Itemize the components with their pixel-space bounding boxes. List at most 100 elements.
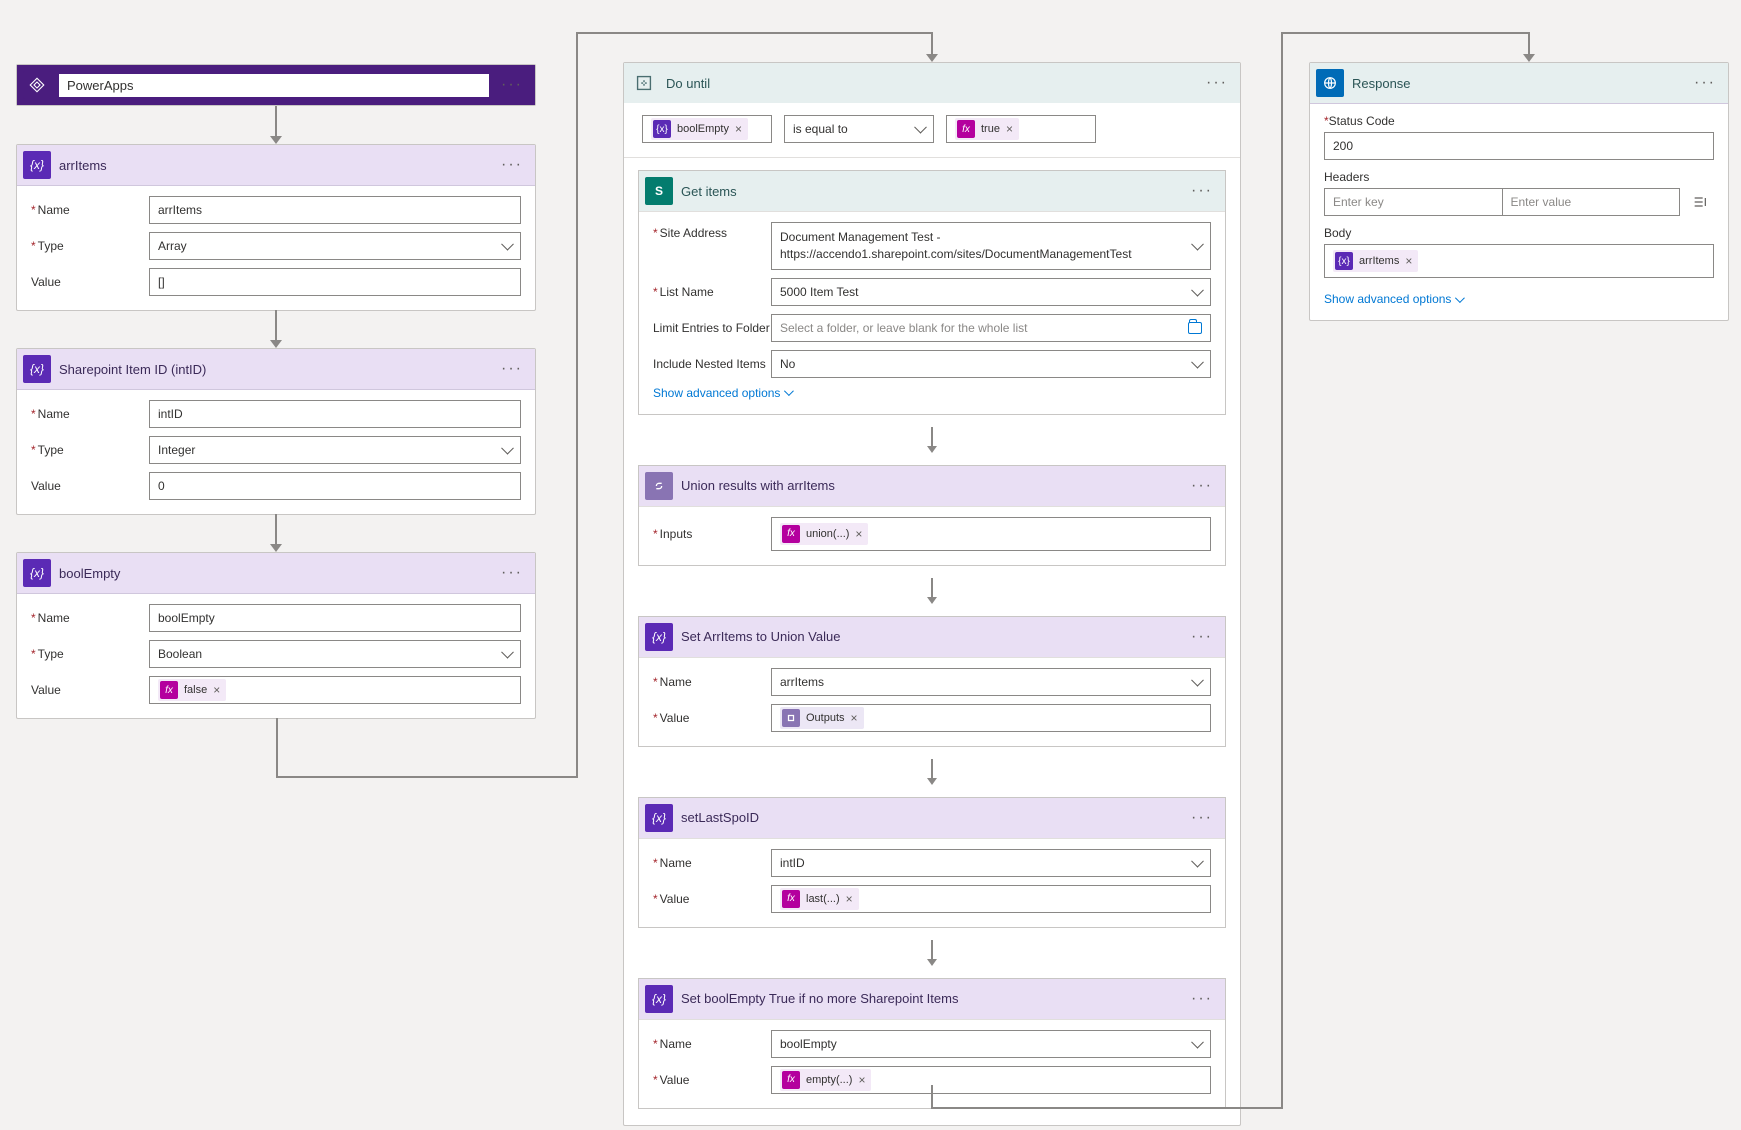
- type-select[interactable]: Boolean: [149, 640, 521, 668]
- action-response[interactable]: Response ··· *Status Code 200 Headers En…: [1309, 62, 1729, 321]
- action-intid[interactable]: {x} Sharepoint Item ID (intID) ··· *Name…: [16, 348, 536, 515]
- remove-icon[interactable]: ×: [851, 712, 858, 724]
- action-menu[interactable]: ···: [1187, 809, 1217, 827]
- field-label: *Name: [653, 856, 771, 870]
- action-arritems[interactable]: {x} arrItems ··· *Name arrItems *Type Ar…: [16, 144, 536, 311]
- nested-items-select[interactable]: No: [771, 350, 1211, 378]
- value-input[interactable]: fx empty(...) ×: [771, 1066, 1211, 1094]
- name-select[interactable]: boolEmpty: [771, 1030, 1211, 1058]
- field-label: Headers: [1324, 170, 1714, 184]
- name-select[interactable]: intID: [771, 849, 1211, 877]
- remove-icon[interactable]: ×: [855, 528, 862, 540]
- header-key-input[interactable]: Enter key: [1324, 188, 1503, 216]
- remove-icon[interactable]: ×: [846, 893, 853, 905]
- action-menu[interactable]: ···: [1187, 477, 1217, 495]
- value-input[interactable]: fx last(...) ×: [771, 885, 1211, 913]
- field-label: *Name: [31, 611, 149, 625]
- remove-icon[interactable]: ×: [213, 684, 220, 696]
- condition-right[interactable]: fx true ×: [946, 115, 1096, 143]
- field-label: Value: [31, 275, 149, 289]
- expression-pill[interactable]: fx empty(...) ×: [780, 1069, 871, 1091]
- fx-icon: fx: [782, 525, 800, 543]
- folder-icon[interactable]: [1188, 322, 1202, 334]
- variable-pill[interactable]: {x} boolEmpty ×: [651, 118, 748, 140]
- condition-operator[interactable]: is equal to: [784, 115, 934, 143]
- name-input[interactable]: arrItems: [149, 196, 521, 224]
- action-menu[interactable]: ···: [497, 360, 527, 378]
- condition-left[interactable]: {x} boolEmpty ×: [642, 115, 772, 143]
- variable-icon: {x}: [645, 623, 673, 651]
- action-menu[interactable]: ···: [1187, 182, 1217, 200]
- connector-line: [576, 32, 932, 34]
- header-value-input[interactable]: Enter value: [1503, 188, 1681, 216]
- remove-icon[interactable]: ×: [1006, 123, 1013, 135]
- body-input[interactable]: {x} arrItems ×: [1324, 244, 1714, 278]
- outputs-icon: [782, 709, 800, 727]
- expression-pill[interactable]: fx true ×: [955, 118, 1019, 140]
- action-menu[interactable]: ···: [1690, 74, 1720, 92]
- connector-line: [931, 1085, 933, 1107]
- action-title: Set ArrItems to Union Value: [681, 629, 1179, 644]
- fx-icon: fx: [782, 1071, 800, 1089]
- action-menu[interactable]: ···: [1202, 74, 1232, 92]
- expression-pill[interactable]: fx union(...) ×: [780, 523, 868, 545]
- arrow-icon: [269, 514, 283, 552]
- remove-icon[interactable]: ×: [1405, 255, 1412, 267]
- action-title: Set boolEmpty True if no more Sharepoint…: [681, 991, 1179, 1006]
- action-menu[interactable]: ···: [1187, 990, 1217, 1008]
- value-input[interactable]: fx false ×: [149, 676, 521, 704]
- variable-icon: {x}: [1335, 252, 1353, 270]
- type-select[interactable]: Array: [149, 232, 521, 260]
- arrow-icon: [1522, 32, 1536, 62]
- value-input[interactable]: Outputs ×: [771, 704, 1211, 732]
- limit-folder-input[interactable]: Select a folder, or leave blank for the …: [771, 314, 1211, 342]
- variable-icon: {x}: [653, 120, 671, 138]
- action-menu[interactable]: ···: [497, 564, 527, 582]
- name-select[interactable]: arrItems: [771, 668, 1211, 696]
- connector-line: [1281, 32, 1283, 1109]
- arrow-icon: [269, 310, 283, 348]
- compose-icon: [645, 472, 673, 500]
- action-union-results[interactable]: Union results with arrItems ··· *Inputs …: [638, 465, 1226, 566]
- name-input[interactable]: boolEmpty: [149, 604, 521, 632]
- show-advanced-link[interactable]: Show advanced options: [653, 386, 791, 400]
- action-powerapps[interactable]: PowerApps ···: [16, 64, 536, 106]
- inputs-field[interactable]: fx union(...) ×: [771, 517, 1211, 551]
- fx-icon: fx: [782, 890, 800, 908]
- action-get-items[interactable]: S Get items ··· *Site Address Document M…: [638, 170, 1226, 415]
- status-code-input[interactable]: 200: [1324, 132, 1714, 160]
- name-input[interactable]: intID: [149, 400, 521, 428]
- outputs-pill[interactable]: Outputs ×: [780, 707, 864, 729]
- expression-pill[interactable]: fx false ×: [158, 679, 226, 701]
- action-boolempty[interactable]: {x} boolEmpty ··· *Name boolEmpty *Type …: [16, 552, 536, 719]
- fx-icon: fx: [957, 120, 975, 138]
- fx-icon: fx: [160, 681, 178, 699]
- site-address-select[interactable]: Document Management Test - https://accen…: [771, 222, 1211, 270]
- action-do-until[interactable]: Do until ··· {x} boolEmpty × is equal to…: [623, 62, 1241, 1126]
- action-menu[interactable]: ···: [497, 156, 527, 174]
- value-input[interactable]: 0: [149, 472, 521, 500]
- remove-icon[interactable]: ×: [858, 1074, 865, 1086]
- field-label: *Type: [31, 647, 149, 661]
- chevron-down-icon: [784, 386, 794, 396]
- field-label: Body: [1324, 226, 1714, 240]
- action-menu[interactable]: ···: [1187, 628, 1217, 646]
- variable-icon: {x}: [23, 559, 51, 587]
- remove-icon[interactable]: ×: [735, 123, 742, 135]
- show-advanced-link[interactable]: Show advanced options: [1324, 292, 1462, 306]
- list-name-select[interactable]: 5000 Item Test: [771, 278, 1211, 306]
- action-set-last-spoid[interactable]: {x} setLastSpoID ··· *Name intID *Value …: [638, 797, 1226, 928]
- field-label: *Status Code: [1324, 114, 1714, 128]
- variable-icon: {x}: [23, 355, 51, 383]
- type-select[interactable]: Integer: [149, 436, 521, 464]
- powerapps-menu[interactable]: ···: [497, 76, 527, 94]
- value-input[interactable]: []: [149, 268, 521, 296]
- edit-json-button[interactable]: [1686, 188, 1714, 216]
- action-title: Sharepoint Item ID (intID): [59, 362, 489, 377]
- expression-pill[interactable]: fx last(...) ×: [780, 888, 859, 910]
- variable-pill[interactable]: {x} arrItems ×: [1333, 250, 1418, 272]
- connector-line: [276, 718, 278, 776]
- field-label: *Name: [31, 203, 149, 217]
- action-set-arritems[interactable]: {x} Set ArrItems to Union Value ··· *Nam…: [638, 616, 1226, 747]
- field-label: Include Nested Items: [653, 357, 771, 371]
